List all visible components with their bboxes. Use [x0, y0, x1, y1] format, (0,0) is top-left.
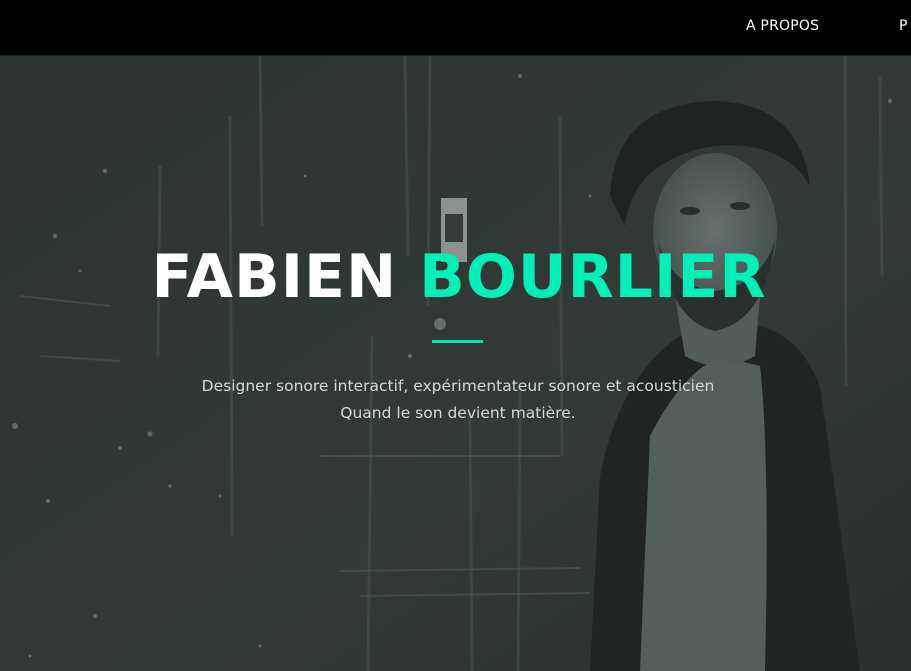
hero-section: FABIEN BOURLIER Designer sonore interact…	[0, 56, 911, 671]
nav-item-a-propos[interactable]: A PROPOS	[746, 18, 819, 34]
page: A PROPOS P FABIEN BOURLIER Designer sono…	[0, 0, 911, 671]
hero-tagline-line2: Quand le son devient matière.	[340, 404, 576, 422]
nav-item-next[interactable]: P	[899, 18, 908, 34]
title-divider	[432, 340, 483, 343]
hero-title: FABIEN BOURLIER	[0, 242, 911, 312]
hero-title-last-name: BOURLIER	[419, 242, 767, 312]
hero-content: FABIEN BOURLIER Designer sonore interact…	[0, 56, 911, 671]
hero-tagline-line1: Designer sonore interactif, expérimentat…	[201, 377, 715, 395]
top-navbar: A PROPOS P	[0, 0, 911, 56]
hero-title-first-name: FABIEN	[151, 242, 398, 312]
